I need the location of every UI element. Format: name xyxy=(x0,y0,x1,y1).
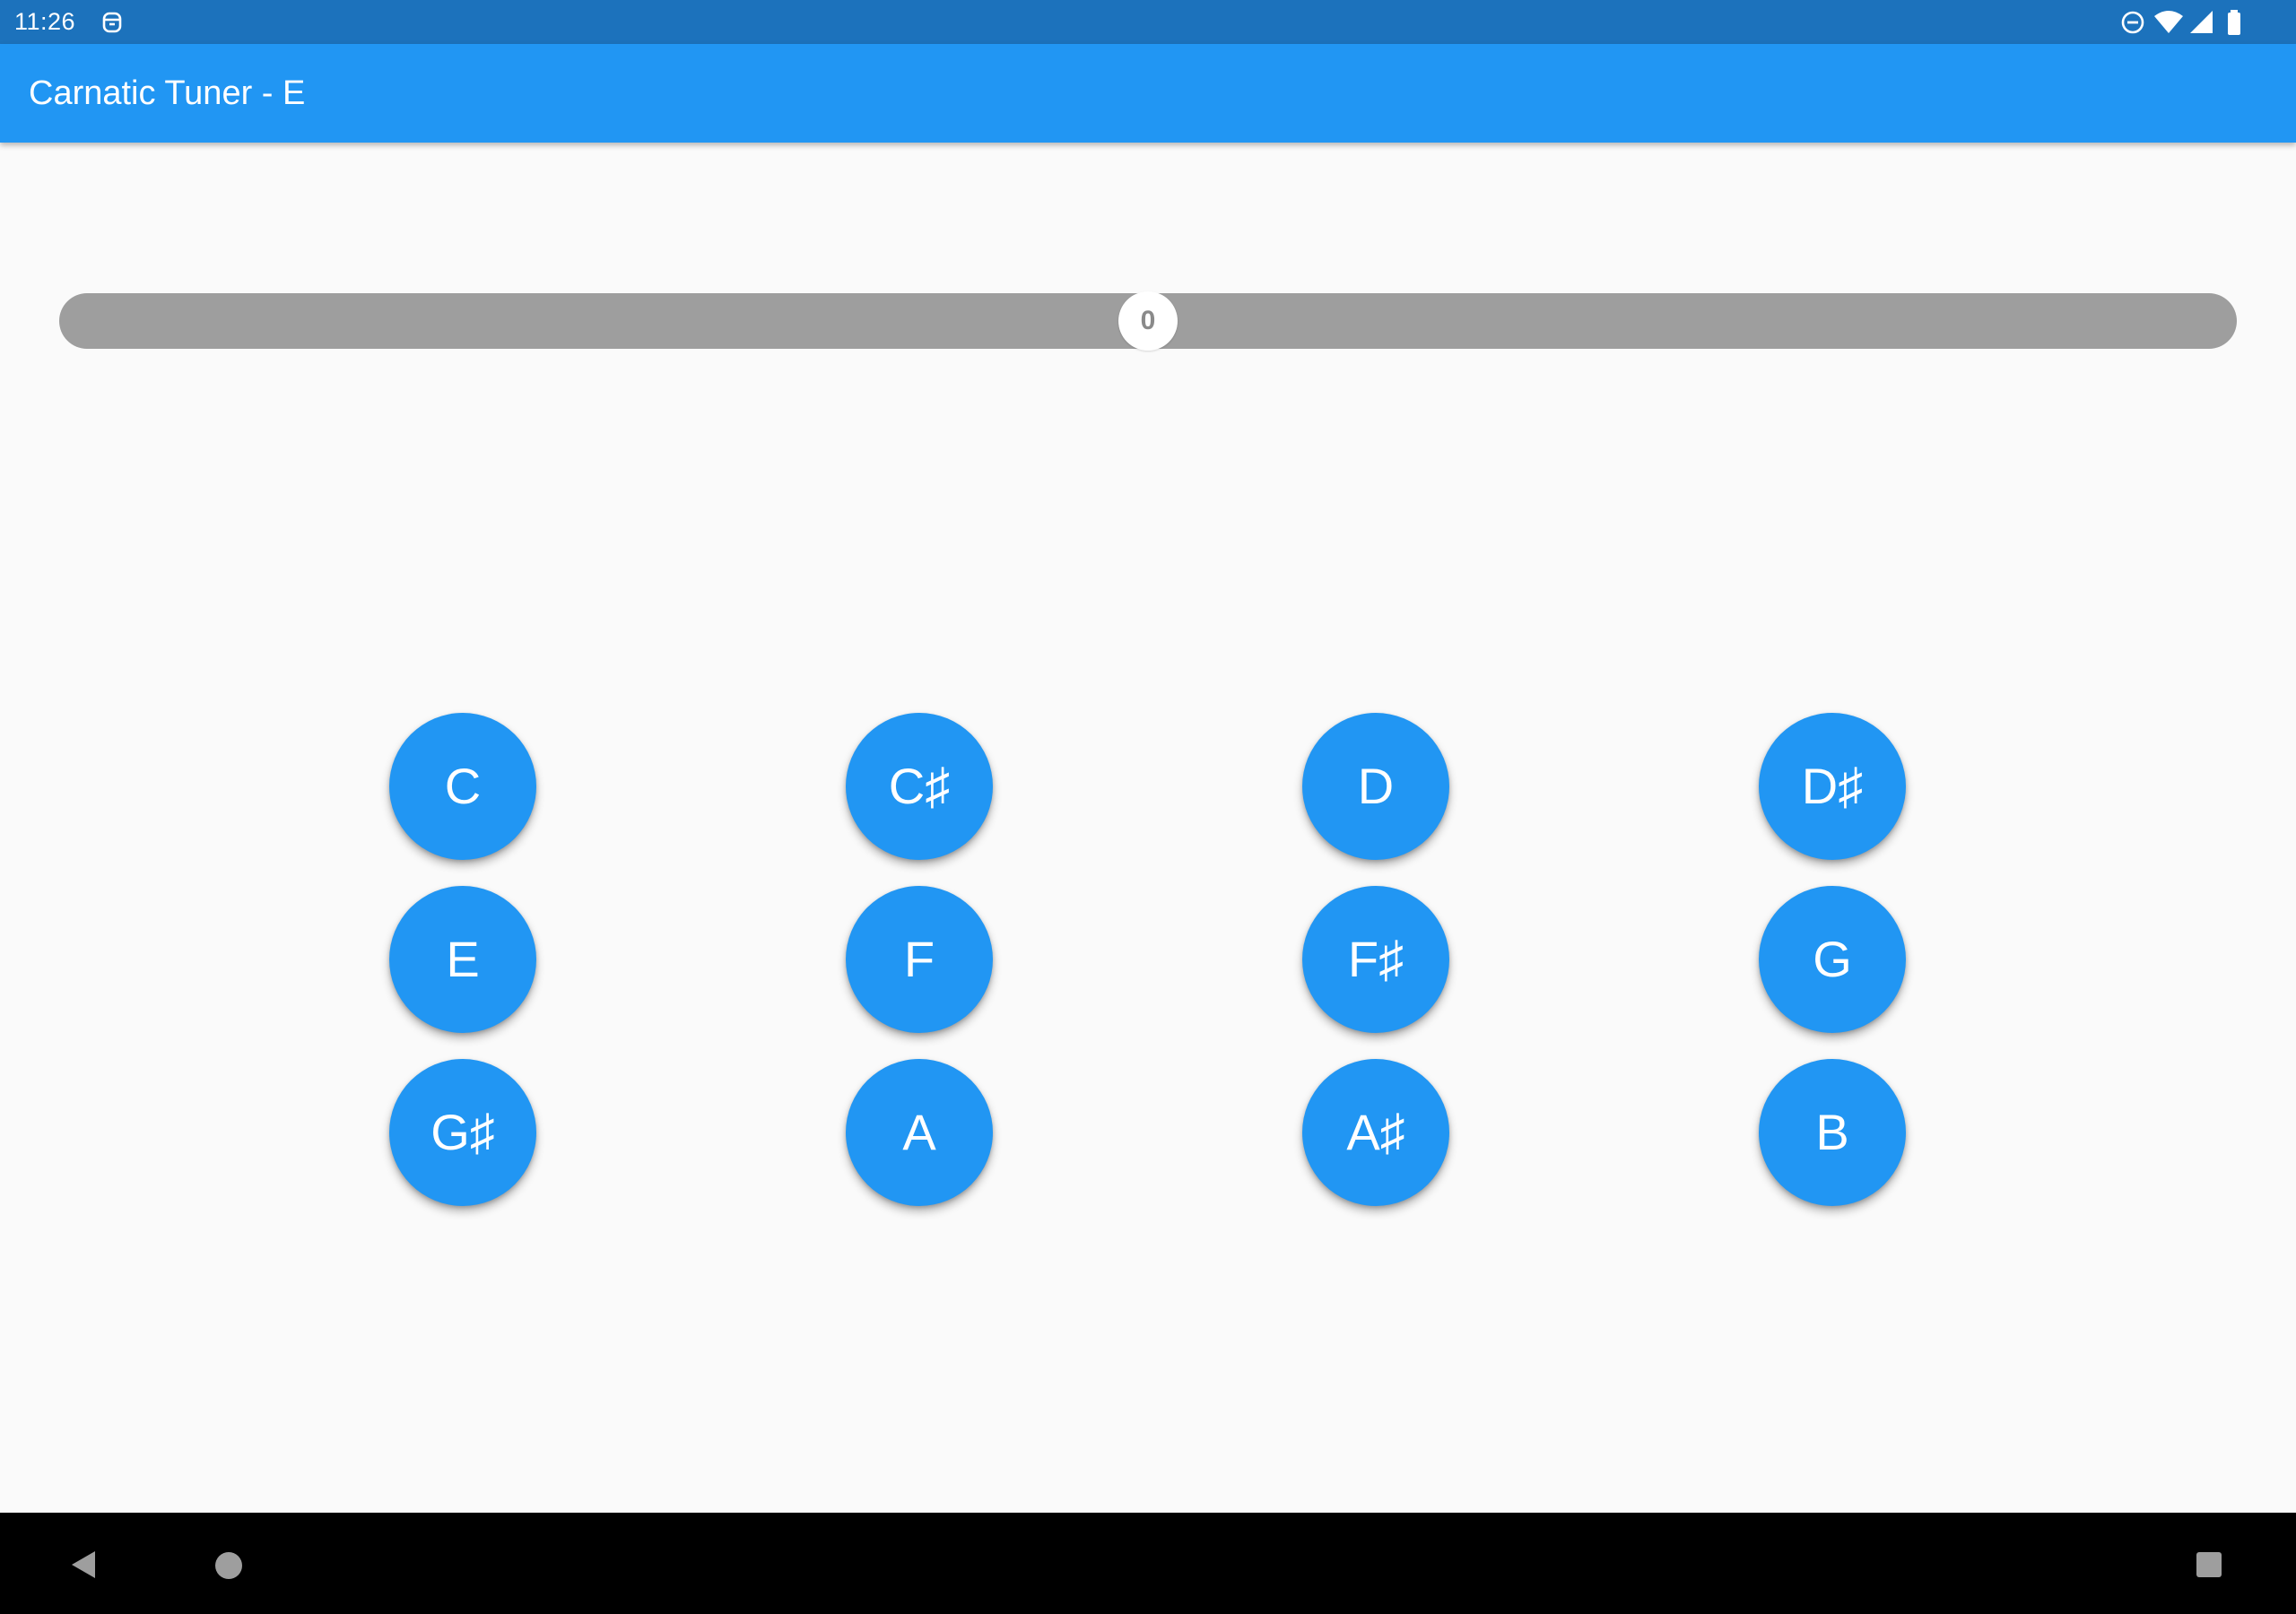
note-button-d[interactable]: D xyxy=(1302,713,1449,860)
note-button-c[interactable]: C xyxy=(389,713,536,860)
note-button-f[interactable]: F xyxy=(846,886,993,1033)
status-bar: 11:26 xyxy=(0,0,2296,44)
note-button-a[interactable]: A xyxy=(846,1059,993,1206)
recents-icon[interactable] xyxy=(2194,1549,2224,1580)
battery-icon xyxy=(2228,10,2240,35)
navigation-bar xyxy=(0,1513,2296,1614)
wifi-icon xyxy=(2154,11,2183,33)
note-button-a-sharp[interactable]: A♯ xyxy=(1302,1059,1449,1206)
note-button-b[interactable]: B xyxy=(1759,1059,1906,1206)
status-time: 11:26 xyxy=(14,8,76,35)
note-button-c-sharp[interactable]: C♯ xyxy=(846,713,993,860)
note-button-g-sharp[interactable]: G♯ xyxy=(389,1059,536,1206)
do-not-disturb-icon xyxy=(2121,11,2144,34)
note-button-f-sharp[interactable]: F♯ xyxy=(1302,886,1449,1033)
app-bar: Carnatic Tuner - E xyxy=(0,44,2296,143)
back-icon[interactable] xyxy=(66,1547,102,1583)
note-button-d-sharp[interactable]: D♯ xyxy=(1759,713,1906,860)
note-button-g[interactable]: G xyxy=(1759,886,1906,1033)
notification-icon xyxy=(102,12,122,33)
note-button-e[interactable]: E xyxy=(389,886,536,1033)
home-icon[interactable] xyxy=(212,1549,246,1583)
cell-signal-icon xyxy=(2190,11,2213,33)
main-content: 0 C C♯ D D♯ E F F♯ G G♯ A A♯ B xyxy=(0,143,2296,1513)
app-title: Carnatic Tuner - E xyxy=(29,74,306,112)
tuning-meter-indicator: 0 xyxy=(1118,291,1178,351)
